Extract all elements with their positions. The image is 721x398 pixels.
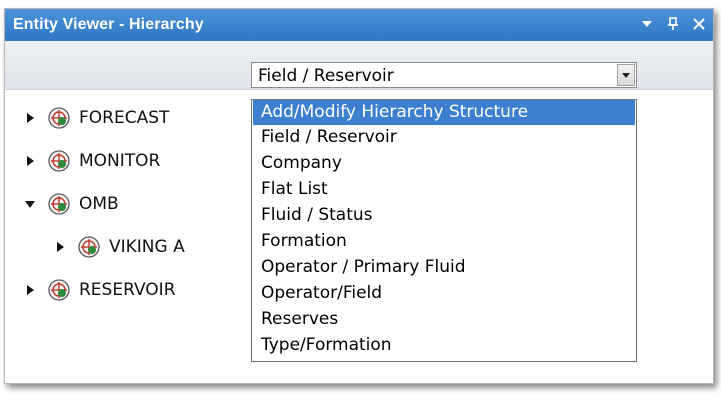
tree-node-forecast[interactable]: FORECAST	[23, 103, 169, 133]
entity-icon	[48, 279, 70, 301]
expand-arrow-icon[interactable]	[53, 242, 67, 252]
dropdown-option[interactable]: Fluid / Status	[253, 203, 635, 228]
dropdown-option[interactable]: Field / Reservoir	[253, 125, 635, 150]
pin-icon	[668, 17, 678, 30]
hierarchy-select[interactable]: Field / Reservoir	[251, 62, 637, 88]
tree-node-label: OMB	[79, 194, 119, 214]
title-bar[interactable]: Entity Viewer - Hierarchy	[5, 9, 713, 41]
hierarchy-select-value: Field / Reservoir	[258, 66, 394, 86]
tree-node-label: FORECAST	[79, 108, 170, 128]
entity-icon	[48, 193, 70, 215]
expand-arrow-icon[interactable]	[23, 113, 37, 123]
dropdown-option[interactable]: Company	[253, 151, 635, 176]
tree-node-monitor[interactable]: MONITOR	[23, 146, 160, 176]
close-button[interactable]	[689, 13, 709, 35]
collapse-arrow-icon[interactable]	[23, 200, 37, 208]
entity-icon	[48, 150, 70, 172]
dropdown-option[interactable]: Flat List	[253, 177, 635, 202]
dropdown-option[interactable]: Type/Formation	[253, 333, 635, 358]
dropdown-option[interactable]: Formation	[253, 229, 635, 254]
entity-viewer-panel: Entity Viewer - Hierarchy FORECAST MONIT…	[4, 8, 714, 384]
tree-node-viking-a[interactable]: VIKING A	[53, 232, 185, 262]
tree-node-label: MONITOR	[79, 151, 161, 171]
chevron-down-icon	[642, 21, 652, 27]
expand-arrow-icon[interactable]	[23, 156, 37, 166]
tree-node-label: VIKING A	[109, 237, 185, 257]
window-title: Entity Viewer - Hierarchy	[13, 16, 204, 33]
close-icon	[693, 18, 705, 30]
dropdown-option[interactable]: Add/Modify Hierarchy Structure	[253, 100, 635, 125]
tree-node-reservoir[interactable]: RESERVOIR	[23, 275, 176, 305]
dropdown-option[interactable]: Operator/Field	[253, 281, 635, 306]
tree-node-omb[interactable]: OMB	[23, 189, 119, 219]
dropdown-option[interactable]: Operator / Primary Fluid	[253, 255, 635, 280]
pin-button[interactable]	[663, 13, 683, 35]
dropdown-option[interactable]: Reserves	[253, 307, 635, 332]
dropdown-toggle-button[interactable]	[617, 64, 635, 86]
expand-arrow-icon[interactable]	[23, 285, 37, 295]
chevron-down-icon	[622, 72, 630, 78]
hierarchy-dropdown-list: Add/Modify Hierarchy Structure Field / R…	[251, 99, 637, 362]
entity-icon	[78, 236, 100, 258]
window-menu-button[interactable]	[637, 13, 657, 35]
entity-icon	[48, 107, 70, 129]
tree-node-label: RESERVOIR	[79, 280, 176, 300]
